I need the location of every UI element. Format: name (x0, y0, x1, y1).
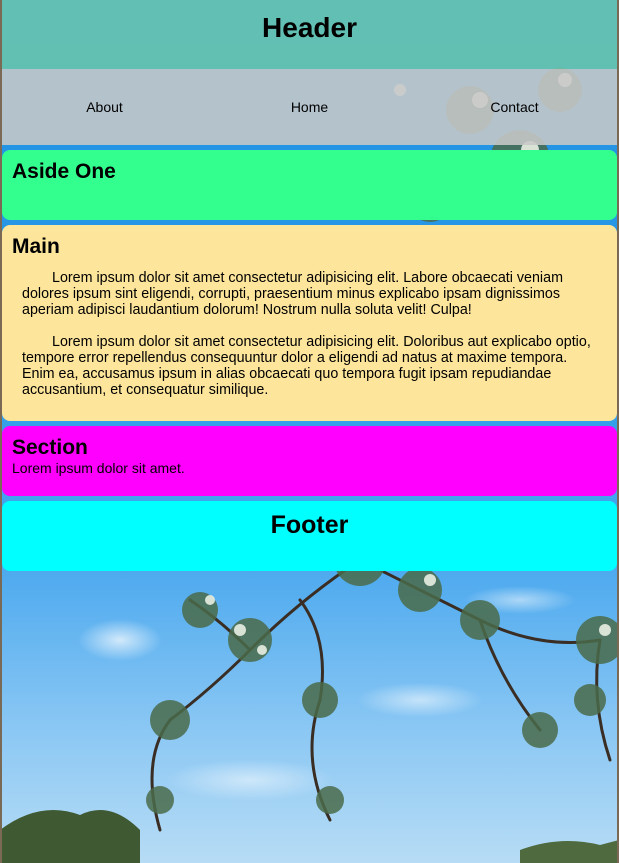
main-panel: Main Lorem ipsum dolor sit amet consecte… (2, 225, 617, 421)
main-nav: About Home Contact (2, 69, 617, 145)
section-panel: Section Lorem ipsum dolor sit amet. (2, 426, 617, 496)
aside-title: Aside One (12, 160, 116, 183)
section-text: Lorem ipsum dolor sit amet. (12, 460, 185, 476)
nav-link-home[interactable]: Home (207, 99, 412, 115)
footer-title: Footer (270, 511, 349, 539)
nav-link-about[interactable]: About (2, 99, 207, 115)
header-title: Header (262, 11, 357, 43)
main-paragraph-2: Lorem ipsum dolor sit amet consectetur a… (22, 334, 591, 398)
main-paragraph-1: Lorem ipsum dolor sit amet consectetur a… (22, 270, 563, 318)
main-title: Main (12, 235, 60, 258)
nav-link-contact[interactable]: Contact (412, 99, 617, 115)
site-footer: Footer (2, 501, 617, 571)
aside-panel: Aside One (2, 150, 617, 220)
site-header: Header (2, 0, 617, 69)
section-title: Section (12, 436, 88, 459)
